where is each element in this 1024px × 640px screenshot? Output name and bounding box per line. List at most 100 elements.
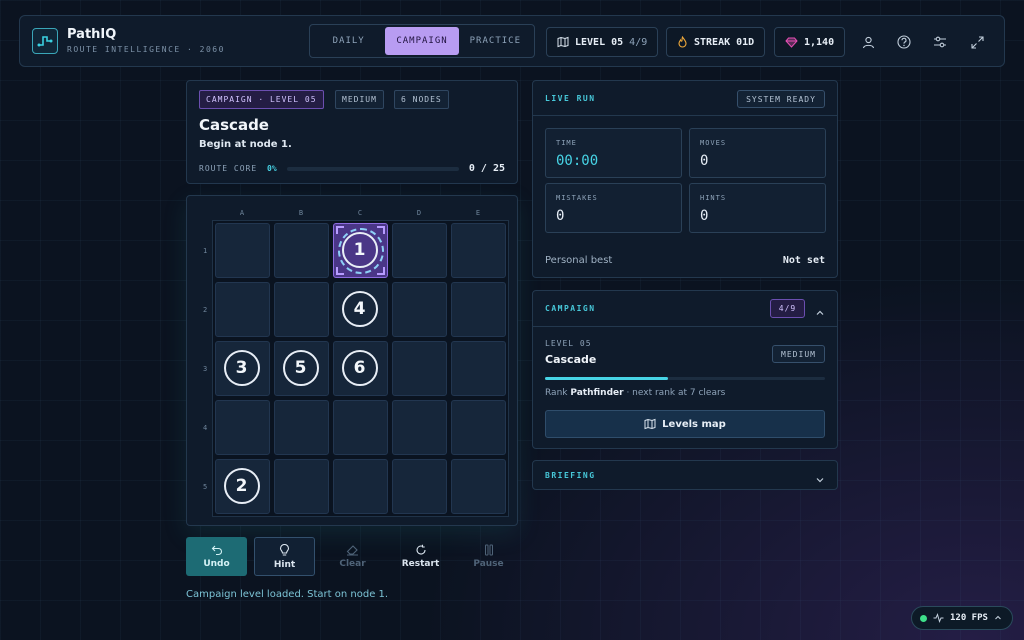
board-cell[interactable] [451,223,506,278]
path-node[interactable]: 6 [341,349,378,386]
streak-pill[interactable]: STREAK 01D [666,27,766,57]
board-cell[interactable]: 1 [333,223,388,278]
level-pill[interactable]: LEVEL 05 4/9 [546,27,659,57]
route-core-count: 0 / 25 [468,163,505,174]
undo-button[interactable]: Undo [186,537,247,576]
app-name: PathIQ [67,27,117,42]
personal-best-label: Personal best [545,255,613,266]
board-cell[interactable] [392,223,447,278]
hint-label: Hint [273,559,296,570]
profile-icon[interactable] [859,33,877,51]
board-cell[interactable] [392,400,447,455]
levels-map-button[interactable]: Levels map [545,410,825,438]
board-cell[interactable]: 2 [215,459,270,514]
board-cell[interactable] [451,341,506,396]
board-cell[interactable]: 4 [333,282,388,337]
help-icon[interactable] [895,33,913,51]
level-card: CAMPAIGN · LEVEL 05 MEDIUM 6 NODES Casca… [186,80,518,184]
path-node[interactable]: 5 [282,349,319,386]
level-title: Cascade [199,116,269,134]
campaign-panel: CAMPAIGN 4/9 LEVEL 05 Cascade MEDIUM Ran… [532,290,838,449]
route-core-percent: 0% [267,164,277,173]
board-cell[interactable] [274,223,329,278]
mode-daily[interactable]: DAILY [312,27,385,55]
pause-button[interactable]: Pause [458,537,519,576]
board-cell[interactable] [215,223,270,278]
campaign-difficulty-badge: MEDIUM [772,345,825,363]
chevron-down-icon[interactable] [815,470,825,489]
gems-pill[interactable]: 1,140 [774,27,846,57]
board-cell[interactable] [274,282,329,337]
moves-value: 0 [700,153,709,169]
briefing-panel[interactable]: BRIEFING [532,460,838,490]
divider [533,115,837,116]
selection-corner [336,267,344,275]
path-node[interactable]: 2 [223,467,260,504]
fps-label: 120 FPS [950,613,988,623]
selection-corner [336,226,344,234]
selection-corner [377,226,385,234]
board-cell[interactable] [274,459,329,514]
path-node[interactable]: 4 [341,290,378,327]
time-stat: TIME 00:00 [545,128,682,178]
board-cell[interactable]: 3 [215,341,270,396]
column-label: E [475,209,481,217]
row-label: 5 [203,483,208,491]
clear-label: Clear [339,559,366,569]
campaign-level-label: LEVEL 05 [545,339,592,348]
board-cell[interactable] [451,400,506,455]
mode-campaign[interactable]: CAMPAIGN [385,27,459,55]
board-cell[interactable]: 5 [274,341,329,396]
level-instruction: Begin at node 1. [199,139,292,150]
selection-corner [377,267,385,275]
restart-icon [415,544,426,555]
board-cell[interactable]: 6 [333,341,388,396]
board-cell[interactable] [392,459,447,514]
board-cell[interactable] [333,459,388,514]
restart-button[interactable]: Restart [390,537,451,576]
mistakes-stat: MISTAKES 0 [545,183,682,233]
row-label: 1 [203,247,208,255]
app-subtitle: ROUTE INTELLIGENCE · 2060 [67,45,225,54]
chevron-up-icon[interactable] [815,303,825,322]
live-run-panel: LIVE RUN SYSTEM READY TIME 00:00 MOVES 0… [532,80,838,278]
time-value: 00:00 [556,153,599,169]
streak-label: STREAK 01D [694,36,755,48]
board-cell[interactable] [451,282,506,337]
nodes-tag: 6 NODES [394,90,449,109]
clear-button[interactable]: Clear [322,537,383,576]
board-cell[interactable] [392,282,447,337]
time-label: TIME [556,139,577,147]
rank-name: Pathfinder [570,388,624,398]
settings-sliders-icon[interactable] [931,33,949,51]
moves-stat: MOVES 0 [689,128,826,178]
fullscreen-icon[interactable] [968,33,986,51]
column-label: B [298,209,304,217]
personal-best-value: Not set [782,255,825,266]
fps-indicator[interactable]: 120 FPS [911,606,1013,630]
mistakes-value: 0 [556,208,565,224]
board-cell[interactable] [392,341,447,396]
column-label: C [357,209,363,217]
activity-icon [933,613,944,623]
path-node[interactable]: 1 [341,231,378,268]
gem-icon [785,37,798,48]
board-cell[interactable] [274,400,329,455]
level-progress: 4/9 [629,36,648,48]
hints-value: 0 [700,208,709,224]
board-cell[interactable] [215,400,270,455]
row-label: 2 [203,306,208,314]
status-message: Campaign level loaded. Start on node 1. [186,589,389,600]
path-node[interactable]: 3 [223,349,260,386]
flame-icon [678,36,687,48]
board-cell[interactable] [333,400,388,455]
mode-practice[interactable]: PRACTICE [459,27,532,55]
route-core-label: ROUTE CORE [199,164,258,173]
lightbulb-icon [279,543,290,556]
board-cell[interactable] [451,459,506,514]
hint-button[interactable]: Hint [254,537,315,576]
gem-count: 1,140 [804,36,835,48]
board-cell[interactable] [215,282,270,337]
pause-icon [484,544,493,556]
level-label: LEVEL 05 [575,36,624,48]
